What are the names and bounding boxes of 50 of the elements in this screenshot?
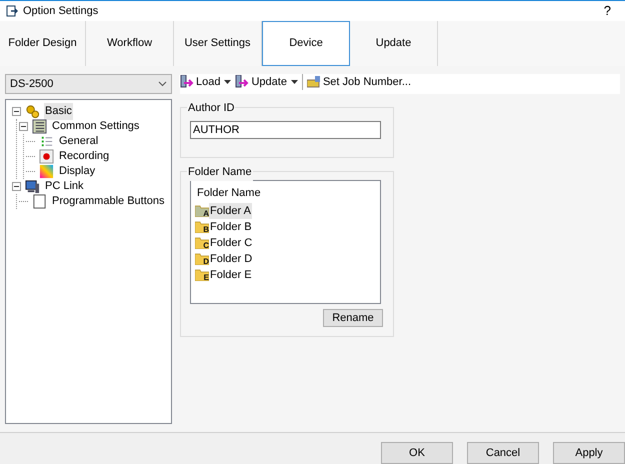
record-icon [39, 149, 54, 164]
folder-icon: C [195, 237, 209, 249]
toolbar-button[interactable]: Set Job Number... [306, 74, 412, 90]
folder-item[interactable]: Folder B [209, 218, 253, 236]
folder-icon: D [195, 253, 209, 265]
tree-item[interactable]: Display [58, 163, 96, 180]
computer-icon [25, 179, 40, 194]
folder-icon: E [195, 269, 209, 281]
tab[interactable]: Workflow [86, 21, 174, 66]
tree-item[interactable]: PC Link [44, 178, 85, 195]
caret-icon [224, 80, 232, 84]
tree-item[interactable]: Programmable Buttons [51, 193, 166, 210]
group-legend: Folder Name [187, 164, 253, 180]
folder-icon: A [195, 205, 209, 217]
dialog-button[interactable]: Apply [553, 442, 625, 464]
dialog-button[interactable]: Cancel [467, 442, 539, 464]
app-icon [6, 5, 18, 17]
caret-icon [290, 80, 298, 84]
column-header: Folder Name [196, 186, 262, 201]
folder-item[interactable]: Folder A [209, 202, 252, 220]
chevron-down-icon [158, 81, 167, 87]
rename-button[interactable]: Rename [323, 309, 383, 327]
device-dropdown[interactable]: DS-2500 [5, 74, 172, 94]
list-icon [32, 119, 47, 134]
tree-item[interactable]: Common Settings [51, 118, 140, 135]
tab[interactable]: Folder Design [0, 21, 86, 66]
author-id-field[interactable]: AUTHOR [190, 121, 381, 139]
tree-item[interactable]: Basic [44, 103, 73, 120]
device-transfer-icon [180, 75, 194, 89]
tab[interactable]: Device [262, 21, 350, 66]
display-icon [39, 164, 54, 179]
toolbar-button[interactable]: Update [235, 74, 298, 90]
device-transfer-icon [235, 75, 250, 89]
tab[interactable]: Update [350, 21, 438, 66]
toolbar-button[interactable]: Load [180, 74, 232, 90]
collapse-toggle[interactable] [12, 107, 21, 116]
folder-icon [306, 76, 321, 88]
collapse-toggle[interactable] [19, 122, 28, 131]
folder-item[interactable]: Folder E [209, 266, 253, 284]
list-icon [39, 134, 54, 149]
page-icon [32, 194, 47, 209]
help-button[interactable]: ? [596, 1, 619, 21]
dialog-button[interactable]: OK [381, 442, 453, 464]
window-title: Option Settings [23, 4, 100, 19]
tree-item[interactable]: Recording [58, 148, 110, 165]
folder-item[interactable]: Folder D [209, 250, 254, 268]
folder-item[interactable]: Folder C [209, 234, 254, 252]
folder-icon: B [195, 221, 209, 233]
collapse-toggle[interactable] [12, 182, 21, 191]
tree-item[interactable]: General [58, 133, 100, 150]
